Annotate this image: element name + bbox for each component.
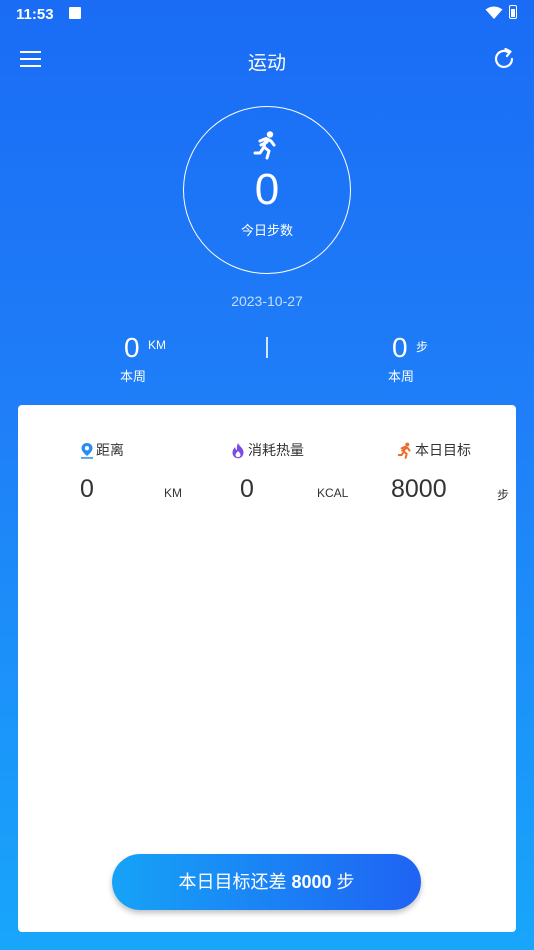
week-steps-unit: 步 [416,340,429,354]
notification-icon [69,7,81,19]
divider [266,337,268,358]
page-title: 运动 [247,53,286,74]
goal-button-prefix: 本日目标还差 [178,872,287,892]
goal-stat-label-row: 本日目标 [397,440,471,460]
today-steps-value: 0 [254,165,280,214]
distance-stat-label: 距离 [96,442,124,458]
distance-stat-value: 0 [80,475,94,503]
today-steps-label: 今日步数 [240,223,293,238]
goal-stat-unit: 步 [497,488,510,502]
calories-stat-unit: KCAL [317,486,349,500]
goal-button-suffix: 步 [336,872,355,892]
battery-icon [509,5,517,19]
distance-stat-unit: KM [164,486,182,500]
runner-icon [253,131,276,160]
location-pin-icon [81,442,93,459]
runner-icon [397,442,411,459]
week-steps-label: 本周 [388,369,415,384]
goal-stat-value: 8000 [391,475,447,503]
calories-stat-label: 消耗热量 [248,442,304,458]
fire-icon [232,442,244,458]
calories-stat-value: 0 [240,475,254,503]
week-distance-value: 0 [124,332,140,363]
week-distance-label: 本周 [120,369,147,384]
goal-stat-label: 本日目标 [415,442,471,458]
goal-button-remaining: 8000 [291,872,332,892]
calories-stat-label-row: 消耗热量 [230,440,304,460]
goal-remaining-button[interactable]: 本日目标还差 8000 步 [112,854,421,910]
wifi-icon [485,6,503,19]
distance-stat-label-row: 距离 [80,440,124,460]
refresh-icon[interactable] [492,47,516,71]
week-steps-value: 0 [392,332,408,363]
week-distance-unit: KM [148,338,166,352]
status-time: 11:53 [16,6,54,23]
date-label: 2023-10-27 [231,293,303,309]
